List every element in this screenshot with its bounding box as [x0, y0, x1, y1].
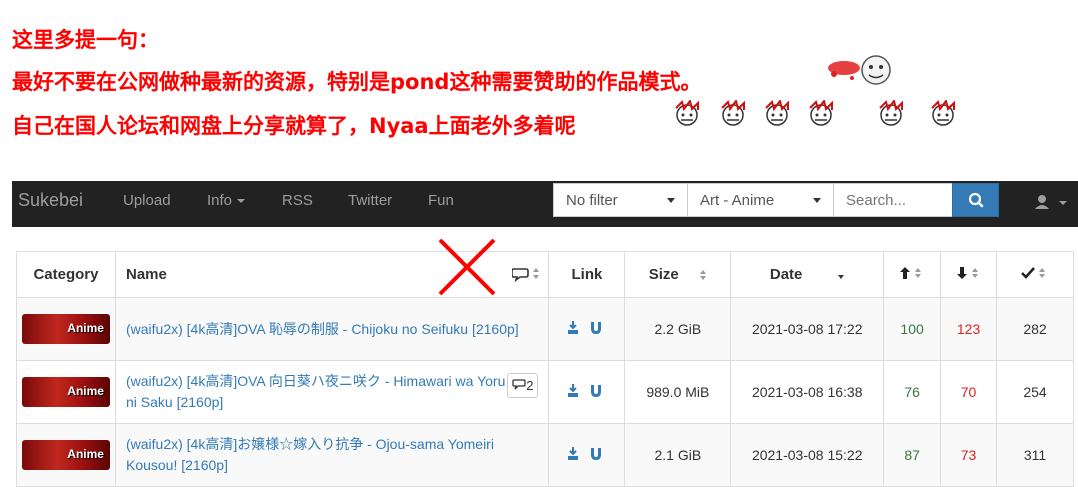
- torrent-name-link[interactable]: (waifu2x) [4k高清]お嬢様☆嫁入り抗争 - Ojou-sama Yo…: [126, 436, 494, 473]
- size-cell: 2.2 GiB: [624, 297, 732, 361]
- user-icon: [1035, 195, 1067, 209]
- download-icon[interactable]: [567, 446, 578, 460]
- comment-icon: [512, 379, 526, 390]
- meme-face-icon: [874, 98, 908, 128]
- date-cell: 2021-03-08 17:22: [730, 297, 885, 361]
- col-header-completed[interactable]: [996, 251, 1074, 298]
- table-row: Anime (waifu2x) [4k高清]OVA 恥辱の制服 - Chijok…: [16, 297, 1074, 361]
- leechers-cell: 73: [940, 423, 998, 487]
- top-navbar: Sukebei Upload Info RSS Twitter Fun No f…: [12, 181, 1078, 227]
- magnet-icon[interactable]: [590, 384, 601, 397]
- torrent-table: Category Name Link Size Date Anime (waif…: [16, 251, 1074, 487]
- completed-cell: 311: [996, 423, 1074, 487]
- category-badge[interactable]: Anime: [21, 314, 110, 344]
- sort-icon: [699, 270, 706, 281]
- comments-badge[interactable]: 2: [507, 373, 539, 398]
- category-badge[interactable]: Anime: [21, 377, 110, 407]
- caret-down-icon: [237, 199, 246, 204]
- meme-face-icon: [716, 98, 750, 128]
- category-cell: Anime: [16, 360, 116, 424]
- col-header-size[interactable]: Size: [624, 251, 732, 298]
- date-cell: 2021-03-08 15:22: [730, 423, 885, 487]
- category-select-value: Art - Anime: [700, 192, 775, 209]
- comments-sort-icon[interactable]: [511, 266, 540, 286]
- category-label: Anime: [67, 384, 104, 398]
- col-header-category[interactable]: Category: [16, 251, 116, 298]
- meme-face-icon: [804, 98, 838, 128]
- torrent-name-link[interactable]: (waifu2x) [4k高清]OVA 向日葵ハ夜ニ咲ク - Himawari …: [126, 373, 505, 410]
- filter-select-value: No filter: [566, 192, 618, 209]
- chevron-down-icon: [667, 198, 675, 203]
- col-header-link: Link: [548, 251, 626, 298]
- nav-rss-link[interactable]: RSS: [282, 192, 313, 209]
- name-cell: 2 (waifu2x) [4k高清]OVA 向日葵ハ夜ニ咲ク - Himawar…: [114, 360, 550, 424]
- size-cell: 989.0 MiB: [624, 360, 732, 424]
- nav-upload-link[interactable]: Upload: [123, 192, 171, 209]
- seeders-cell: 76: [883, 360, 942, 424]
- checkmark-icon: [1021, 266, 1046, 279]
- arrow-down-icon: [956, 266, 978, 279]
- name-cell: (waifu2x) [4k高清]お嬢様☆嫁入り抗争 - Ojou-sama Yo…: [114, 423, 550, 487]
- link-cell: [548, 297, 626, 361]
- table-header-row: Category Name Link Size Date: [16, 251, 1074, 298]
- col-header-name[interactable]: Name: [114, 251, 550, 298]
- table-row: Anime 2 (waifu2x) [4k高清]OVA 向日葵ハ夜ニ咲ク - H…: [16, 360, 1074, 424]
- user-menu-button[interactable]: [1032, 193, 1076, 213]
- completed-cell: 254: [996, 360, 1074, 424]
- category-cell: Anime: [16, 297, 116, 361]
- category-cell: Anime: [16, 423, 116, 487]
- date-cell: 2021-03-08 16:38: [730, 360, 885, 424]
- annotation-line-1: 这里多提一句：: [12, 28, 159, 52]
- magnet-icon[interactable]: [590, 447, 601, 460]
- size-cell: 2.1 GiB: [624, 423, 732, 487]
- nav-twitter-link[interactable]: Twitter: [348, 192, 392, 209]
- col-header-name-label: Name: [125, 266, 167, 283]
- torrent-name-link[interactable]: (waifu2x) [4k高清]OVA 恥辱の制服 - Chijoku no S…: [126, 321, 519, 337]
- col-header-size-label: Size: [648, 266, 679, 283]
- brand-logo[interactable]: Sukebei: [18, 190, 83, 211]
- meme-face-icon: [760, 98, 794, 128]
- download-icon[interactable]: [567, 320, 578, 334]
- seeders-cell: 87: [883, 423, 942, 487]
- category-select[interactable]: Art - Anime: [687, 183, 834, 217]
- leechers-cell: 70: [940, 360, 998, 424]
- col-header-leechers[interactable]: [940, 251, 998, 298]
- nav-info-dropdown[interactable]: Info: [207, 192, 246, 209]
- name-cell: (waifu2x) [4k高清]OVA 恥辱の制服 - Chijoku no S…: [114, 297, 550, 361]
- annotation-line-2: 最好不要在公网做种最新的资源，特别是pond这种需要赞助的作品模式。: [12, 70, 702, 94]
- filter-select[interactable]: No filter: [553, 183, 688, 217]
- arrow-up-icon: [900, 266, 922, 279]
- magnet-icon[interactable]: [590, 321, 601, 334]
- nav-fun-link[interactable]: Fun: [428, 192, 454, 209]
- download-icon[interactable]: [567, 383, 578, 397]
- link-cell: [548, 423, 626, 487]
- category-badge[interactable]: Anime: [21, 440, 110, 470]
- search-input[interactable]: [833, 183, 953, 217]
- sort-desc-icon: [837, 275, 844, 280]
- leechers-cell: 123: [940, 297, 998, 361]
- table-row: Anime (waifu2x) [4k高清]お嬢様☆嫁入り抗争 - Ojou-s…: [16, 423, 1074, 487]
- meme-face-icon: [826, 52, 896, 88]
- category-label: Anime: [67, 321, 104, 335]
- col-header-date-label: Date: [769, 266, 803, 283]
- completed-cell: 282: [996, 297, 1074, 361]
- link-cell: [548, 360, 626, 424]
- nav-info-label: Info: [207, 192, 233, 209]
- category-label: Anime: [67, 447, 104, 461]
- seeders-cell: 100: [883, 297, 942, 361]
- annotation-line-3: 自己在国人论坛和网盘上分享就算了，Nyaa上面老外多着呢: [12, 114, 576, 138]
- meme-face-icon: [926, 98, 960, 128]
- chevron-down-icon: [813, 198, 821, 203]
- col-header-seeders[interactable]: [883, 251, 942, 298]
- comments-count: 2: [526, 378, 534, 393]
- meme-face-icon: [670, 98, 704, 128]
- search-icon: [968, 192, 984, 208]
- search-button[interactable]: [952, 183, 999, 217]
- col-header-date[interactable]: Date: [730, 251, 885, 298]
